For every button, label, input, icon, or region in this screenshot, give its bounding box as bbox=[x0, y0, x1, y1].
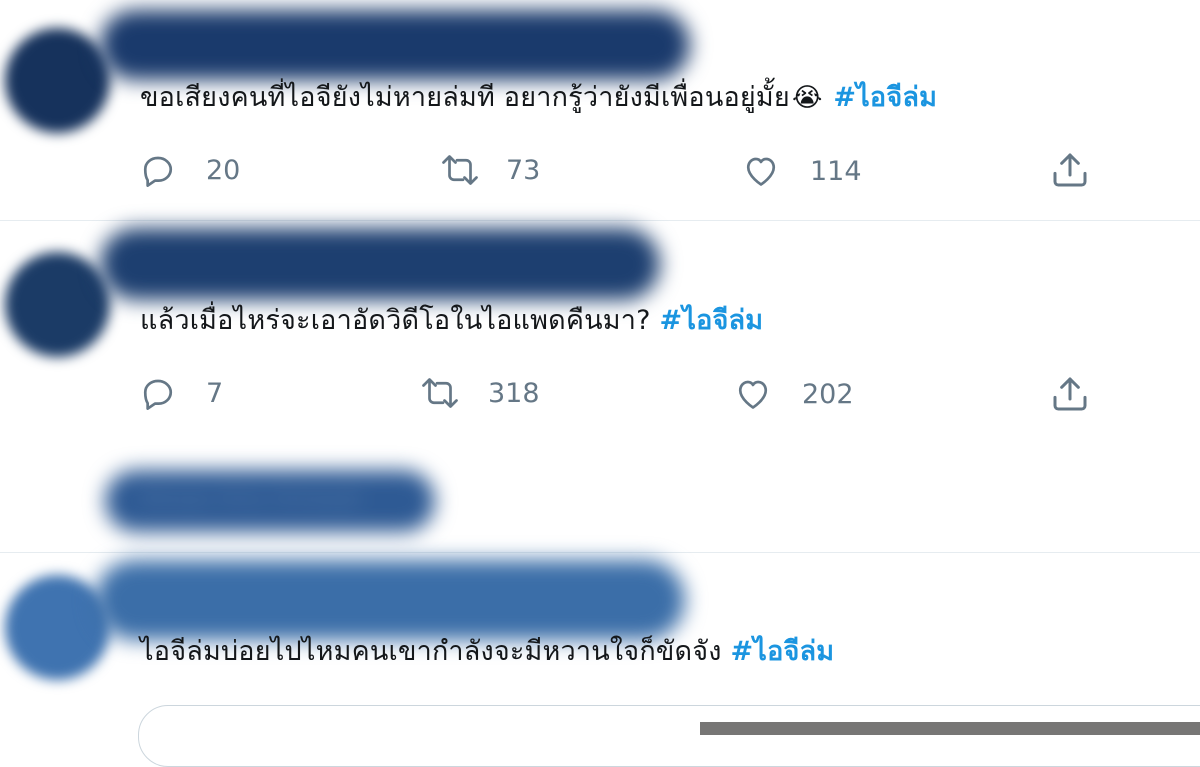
blurred-username bbox=[95, 560, 685, 640]
tweet-divider bbox=[0, 552, 1200, 553]
like-button[interactable]: 114 bbox=[742, 153, 862, 189]
reply-icon bbox=[143, 379, 173, 410]
crying-face-emoji: 😭 bbox=[791, 83, 823, 113]
tweet-body: แล้วเมื่อไหร่จะเอาอัดวิดีโอในไอแพดคืนมา? bbox=[140, 305, 651, 336]
image-edge bbox=[700, 722, 1200, 735]
reply-button[interactable]: 7 bbox=[140, 375, 223, 411]
like-button[interactable]: 202 bbox=[734, 376, 854, 412]
retweet-button[interactable]: 73 bbox=[440, 152, 540, 188]
reply-button[interactable]: 20 bbox=[140, 152, 240, 188]
blurred-username bbox=[100, 10, 690, 80]
avatar[interactable] bbox=[5, 252, 110, 357]
reply-count: 20 bbox=[206, 154, 241, 186]
show-thread-link[interactable]: Show this thread bbox=[105, 470, 435, 532]
hashtag-link[interactable]: #ไอจีล่ม bbox=[833, 82, 937, 113]
reply-icon bbox=[143, 156, 173, 187]
retweet-count: 73 bbox=[506, 154, 541, 186]
blurred-username bbox=[100, 228, 660, 300]
tweet-body: ไอจีล่มบ่อยไปไหมคนเขากำลังจะมีหวานใจก็ขั… bbox=[140, 636, 722, 667]
retweet-count: 318 bbox=[488, 377, 540, 409]
retweet-icon bbox=[422, 378, 458, 408]
tweet-text: ขอเสียงคนที่ไอจียังไม่หายล่มที อยากรู้ว่… bbox=[140, 80, 937, 116]
share-button[interactable] bbox=[1050, 150, 1090, 194]
reply-count: 7 bbox=[206, 377, 224, 409]
heart-icon bbox=[746, 157, 776, 186]
share-icon bbox=[1053, 153, 1087, 187]
hashtag-link[interactable]: #ไอจีล่ม bbox=[660, 305, 764, 336]
hashtag-link[interactable]: #ไอจีล่ม bbox=[730, 636, 834, 667]
avatar[interactable] bbox=[5, 28, 110, 133]
retweet-button[interactable]: 318 bbox=[420, 375, 540, 411]
avatar[interactable] bbox=[5, 575, 110, 680]
tweet-divider bbox=[0, 220, 1200, 221]
reply-input-box[interactable] bbox=[138, 705, 1200, 767]
tweet-text: แล้วเมื่อไหร่จะเอาอัดวิดีโอในไอแพดคืนมา?… bbox=[140, 303, 763, 339]
tweet-body: ขอเสียงคนที่ไอจียังไม่หายล่มที อยากรู้ว่… bbox=[140, 82, 790, 113]
share-button[interactable] bbox=[1050, 374, 1090, 418]
like-count: 202 bbox=[802, 378, 854, 410]
tweet-text: ไอจีล่มบ่อยไปไหมคนเขากำลังจะมีหวานใจก็ขั… bbox=[140, 634, 834, 670]
share-icon bbox=[1053, 377, 1087, 411]
show-thread-label: Show this thread bbox=[140, 484, 360, 514]
retweet-icon bbox=[442, 155, 478, 185]
like-count: 114 bbox=[810, 155, 862, 187]
heart-icon bbox=[738, 380, 768, 409]
